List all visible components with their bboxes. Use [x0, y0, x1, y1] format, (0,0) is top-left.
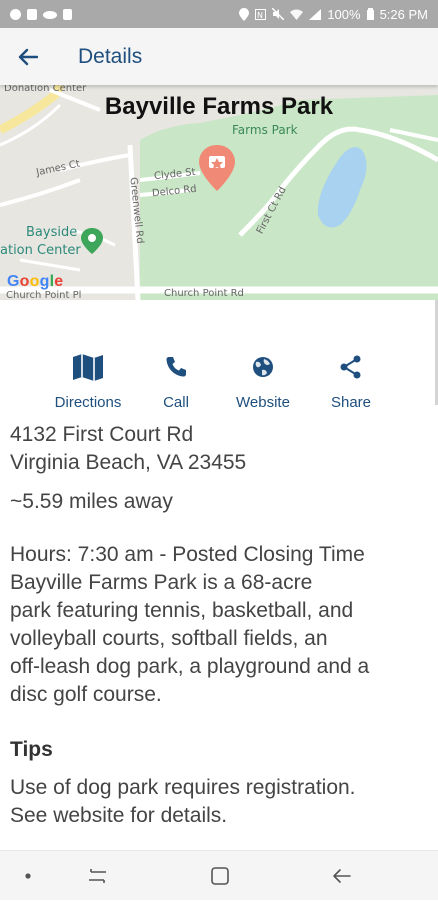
sd-card-icon — [63, 8, 72, 20]
website-label: Website — [236, 394, 290, 411]
arrow-left-icon — [18, 48, 38, 65]
tips-text: Use of dog park requires registration. S… — [10, 774, 420, 830]
share-button[interactable]: Share — [328, 350, 374, 411]
description: Hours: 7:30 am - Posted Closing Time Bay… — [10, 541, 420, 709]
map-label: Farms Park — [232, 123, 298, 137]
signal-icon — [309, 8, 322, 20]
cloud-icon — [43, 11, 57, 19]
address-line: Virginia Beach, VA 23455 — [10, 451, 247, 474]
recents-icon — [89, 869, 106, 883]
address-line: 4132 First Court Rd — [10, 423, 194, 446]
description-line: disc golf course. — [10, 683, 162, 706]
battery-percent: 100% — [327, 6, 361, 22]
share-label: Share — [330, 394, 372, 411]
action-row: Directions Call Website Share — [0, 350, 438, 416]
recents-button[interactable] — [76, 851, 120, 901]
directions-label: Directions — [54, 394, 122, 411]
battery-icon — [366, 8, 374, 20]
description-line: volleyball courts, softball fields, an — [10, 627, 328, 650]
tips-line: See website for details. — [10, 804, 228, 827]
back-button[interactable] — [0, 28, 56, 85]
mute-icon — [272, 8, 285, 20]
home-icon — [211, 867, 229, 885]
google-logo: Google — [7, 273, 64, 290]
map-icon — [73, 354, 103, 381]
tips-heading: Tips — [10, 738, 53, 761]
map-view[interactable]: Donation Center Bayville Farms Park Farm… — [0, 85, 438, 300]
wifi-icon — [290, 9, 304, 20]
description-line: park featuring tennis, basketball, and — [10, 599, 354, 622]
status-system: N 100% 5:26 PM — [239, 7, 428, 22]
directions-button[interactable]: Directions — [52, 350, 124, 411]
map-title: Bayville Farms Park — [104, 93, 334, 120]
location-icon — [239, 7, 250, 21]
map-label: Bayside — [26, 225, 78, 240]
call-label: Call — [163, 394, 189, 411]
hours: Hours: 7:30 am - Posted Closing Time — [10, 543, 365, 566]
website-button[interactable]: Website — [232, 350, 294, 411]
nfc-icon: N — [255, 8, 267, 20]
description-line: Bayville Farms Park is a 68-acre — [10, 571, 313, 594]
map-label: ation Center — [0, 243, 81, 258]
clock: 5:26 PM — [379, 6, 428, 22]
dot-button[interactable] — [8, 851, 48, 901]
back-icon — [333, 869, 351, 883]
page-title: Details — [78, 44, 143, 68]
navigation-bar — [0, 850, 438, 900]
system-back-button[interactable] — [320, 851, 364, 901]
dot-icon — [25, 873, 31, 879]
distance: ~5.59 miles away — [10, 490, 173, 513]
status-bar: N 100% 5:26 PM — [0, 0, 438, 28]
share-icon — [340, 355, 361, 379]
notification-icon — [27, 8, 37, 20]
map-label: Church Point Pl — [6, 290, 82, 300]
status-notifications — [10, 8, 72, 20]
svg-text:N: N — [257, 11, 263, 20]
home-button[interactable] — [198, 851, 242, 901]
call-button[interactable]: Call — [156, 350, 196, 411]
description-line: off-leash dog park, a playground and a — [10, 655, 370, 678]
address: 4132 First Court Rd Virginia Beach, VA 2… — [10, 421, 420, 477]
phone-icon — [166, 357, 186, 377]
app-bar: Details — [0, 28, 438, 85]
globe-icon — [253, 357, 273, 377]
map-label: Church Point Rd — [164, 288, 244, 299]
notification-icon — [10, 8, 21, 20]
tips-line: Use of dog park requires registration. — [10, 776, 356, 799]
